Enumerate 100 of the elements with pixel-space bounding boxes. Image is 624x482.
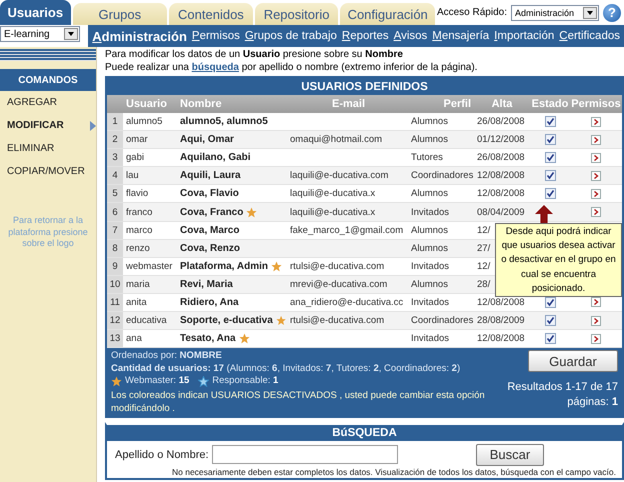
row-number: 1 — [107, 113, 123, 130]
column-header: Alta — [474, 95, 530, 113]
table-cell: gabi — [126, 152, 144, 164]
status-checkbox[interactable] — [544, 333, 556, 344]
status-checkbox[interactable] — [544, 315, 556, 326]
nav-link[interactable]: Avisos — [394, 30, 428, 42]
nav-link[interactable]: Certificados — [559, 30, 620, 42]
nav-link[interactable]: Reportes — [342, 30, 389, 42]
table-cell: 12/ — [477, 224, 490, 236]
nav-link[interactable]: Permisos — [192, 30, 240, 42]
status-checkbox[interactable] — [544, 152, 556, 164]
nav-link[interactable]: Importación — [494, 30, 554, 42]
user-name-link[interactable]: alumno5, alumno5 — [180, 116, 268, 128]
user-name-link[interactable]: Aquilano, Gabi — [180, 152, 251, 164]
pages-count: páginas: 1 — [567, 394, 618, 409]
table-cell: educativa — [126, 315, 167, 326]
table-cell: Alumnos — [411, 188, 448, 200]
sidebar-item[interactable]: ELIMINAR — [0, 137, 54, 160]
instruction-text: Para modificar los datos de un Usuario presione sobre su Nombre — [105, 49, 404, 62]
table-cell: omar — [126, 134, 148, 146]
table-cell: 12/08/2008 — [477, 296, 525, 308]
column-header: Perfil — [408, 95, 474, 113]
row-number: 5 — [107, 185, 123, 202]
status-checkbox[interactable] — [544, 134, 556, 146]
permissions-button[interactable] — [591, 152, 601, 163]
dropdown-caret-icon[interactable] — [64, 28, 78, 40]
quick-access-select[interactable]: Administración — [511, 4, 599, 20]
user-name-link[interactable]: Cova, Franco — [180, 206, 244, 218]
search-button[interactable]: Buscar — [476, 444, 544, 466]
user-name-link[interactable]: Revi, Maria — [180, 278, 233, 290]
table-cell: laquili@e-ducativa.x — [290, 206, 376, 218]
up-arrow-icon — [535, 205, 553, 223]
status-checkbox[interactable] — [544, 170, 556, 182]
user-name-link[interactable]: Cova, Marco — [180, 224, 240, 236]
status-checkbox[interactable] — [544, 116, 556, 128]
permissions-button[interactable] — [591, 116, 601, 127]
table-cell: anita — [126, 296, 147, 308]
permissions-button[interactable] — [591, 188, 601, 199]
nav-link[interactable]: Mensajería — [432, 30, 490, 42]
star-outline-icon — [198, 376, 210, 387]
nav-link[interactable]: Grupos de trabajo — [244, 30, 337, 42]
top-tab[interactable]: Repositorio — [254, 3, 338, 25]
sidebar-item[interactable]: AGREGAR — [0, 91, 58, 114]
pointer-icon — [90, 120, 96, 130]
row-number: 13 — [107, 330, 123, 348]
permissions-button[interactable] — [591, 297, 601, 308]
sidebar-item[interactable]: COPIAR/MOVER — [0, 160, 85, 183]
table-cell: alumno5 — [126, 116, 162, 128]
user-name-link[interactable]: Soporte, e-ducativa — [180, 315, 273, 326]
table-cell: maria — [126, 278, 150, 290]
dropdown-caret-icon[interactable] — [583, 6, 597, 18]
user-name-link[interactable]: Aqui, Omar — [180, 134, 234, 146]
column-header: Permisos — [570, 95, 622, 113]
top-tab[interactable]: Usuarios — [0, 0, 71, 25]
permissions-button[interactable] — [591, 207, 601, 218]
user-name-link[interactable]: Ridiero, Ana — [180, 296, 239, 308]
top-tab[interactable]: Configuración — [340, 3, 435, 25]
legend-label: Responsable: 1 — [212, 374, 278, 388]
table-cell: 27/ — [477, 242, 490, 254]
permissions-button[interactable] — [591, 170, 601, 181]
column-header — [107, 95, 123, 113]
table-cell: webmaster — [126, 260, 172, 272]
column-header: Nombre — [177, 95, 289, 113]
user-name-link[interactable]: Cova, Flavio — [180, 188, 239, 200]
user-name-link[interactable]: Cova, Renzo — [180, 242, 240, 254]
status-checkbox[interactable] — [544, 188, 556, 200]
sort-info: Ordenados por: NOMBRE — [111, 350, 223, 363]
table-cell: laquili@e-ducativa.com — [290, 170, 388, 182]
user-name-link[interactable]: Plataforma, Admin — [180, 260, 268, 272]
status-checkbox[interactable] — [544, 296, 556, 308]
name-search-field[interactable] — [212, 445, 398, 464]
table-cell: 08/04/2009 — [477, 206, 525, 218]
permissions-button[interactable] — [591, 316, 601, 326]
user-name-link[interactable]: Aquili, Laura — [180, 170, 241, 182]
platform-select[interactable]: E-learning — [0, 26, 80, 42]
table-cell: renzo — [126, 242, 150, 254]
row-number: 4 — [107, 167, 123, 184]
table-cell: ana — [126, 333, 142, 344]
table-title: USUARIOS DEFINIDOS — [107, 78, 622, 95]
permissions-button[interactable] — [591, 334, 601, 344]
user-name-link[interactable]: Tesato, Ana — [180, 333, 236, 344]
table-cell: laquili@e-ducativa.x — [290, 188, 376, 200]
row-number: 8 — [107, 240, 123, 257]
search-link[interactable]: búsqueda — [192, 62, 239, 72]
table-cell: 12/08/2008 — [477, 333, 525, 344]
row-number: 3 — [107, 149, 123, 166]
table-cell: mrevi@e-ducativa.com — [290, 278, 388, 290]
row-number: 2 — [107, 131, 123, 148]
legend-label: Webmaster: 15 — [125, 374, 190, 388]
save-button[interactable]: Guardar — [528, 350, 618, 372]
sidebar-item[interactable]: MODIFICAR — [0, 114, 64, 137]
top-tab[interactable]: Contenidos — [169, 3, 253, 25]
nav-link[interactable]: Administración — [92, 28, 187, 44]
table-cell: rtulsi@e-ducativa.com — [290, 260, 384, 272]
row-number: 6 — [107, 203, 123, 221]
permissions-button[interactable] — [591, 134, 601, 145]
top-tab[interactable]: Grupos — [72, 3, 168, 25]
table-cell: Alumnos — [411, 278, 448, 290]
row-number: 12 — [107, 312, 123, 330]
quick-access-label: Acceso Rápido: — [436, 7, 507, 18]
